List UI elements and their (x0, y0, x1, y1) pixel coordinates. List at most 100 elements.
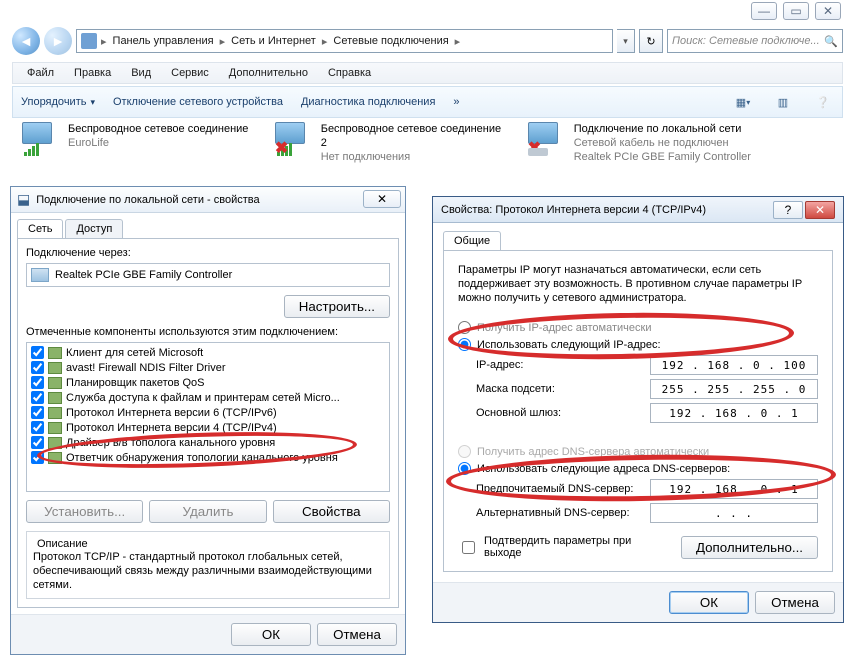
mask-input[interactable]: 255 . 255 . 255 . 0 (650, 379, 818, 399)
component-checkbox[interactable] (31, 346, 44, 359)
radio-manual-ip[interactable]: Использовать следующий IP-адрес: (458, 338, 818, 351)
rename-button[interactable]: » (453, 96, 459, 108)
gateway-input[interactable]: 192 . 168 . 0 . 1 (650, 403, 818, 423)
connection-device: Realtek PCIe GBE Family Controller (574, 150, 751, 164)
component-item[interactable]: Ответчик обнаружения топологии канальног… (29, 450, 387, 465)
network-adapter-icon: ⬓ (17, 191, 30, 208)
ok-button[interactable]: ОК (669, 591, 749, 614)
ipv4-description: Параметры IP могут назначаться автоматич… (458, 263, 818, 305)
connect-using-label: Подключение через: (26, 247, 390, 259)
radio-input[interactable] (458, 462, 471, 475)
dialog-titlebar[interactable]: ⬓ Подключение по локальной сети - свойст… (11, 187, 405, 213)
close-button[interactable]: ✕ (815, 2, 841, 20)
component-checkbox[interactable] (31, 391, 44, 404)
view-options-button[interactable]: ▦▾ (732, 91, 754, 113)
breadcrumb-segment[interactable]: Сетевые подключения (331, 35, 450, 47)
breadcrumb-segment[interactable]: Панель управления (111, 35, 216, 47)
dns2-input[interactable]: . . . (650, 503, 818, 523)
component-label: Планировщик пакетов QoS (66, 377, 205, 389)
component-checkbox[interactable] (31, 451, 44, 464)
component-label: Драйвер в/в тополога канального уровня (66, 437, 275, 449)
connection-status: Сетевой кабель не подключен (574, 136, 751, 150)
component-item[interactable]: Протокол Интернета версии 4 (TCP/IPv4) (29, 420, 387, 435)
cancel-button[interactable]: Отмена (755, 591, 835, 614)
gateway-label: Основной шлюз: (476, 407, 650, 419)
cancel-button[interactable]: Отмена (317, 623, 397, 646)
wifi-disconnected-icon: ✖ (275, 122, 315, 154)
ethernet-disconnected-icon: ✖ (528, 122, 568, 154)
menu-service[interactable]: Сервис (161, 65, 219, 81)
component-checkbox[interactable] (31, 376, 44, 389)
tab-access[interactable]: Доступ (65, 219, 123, 238)
install-button[interactable]: Установить... (26, 500, 143, 523)
forward-button[interactable]: ► (44, 27, 72, 55)
nic-icon (31, 268, 49, 282)
connection-tile-lan[interactable]: ✖ Подключение по локальной сети Сетевой … (528, 122, 833, 164)
network-icon (81, 33, 97, 49)
disable-device-button[interactable]: Отключение сетевого устройства (113, 96, 283, 108)
validate-checkbox[interactable]: Подтвердить параметры при выходе Дополни… (458, 535, 818, 559)
component-checkbox[interactable] (31, 436, 44, 449)
properties-button[interactable]: Свойства (273, 500, 390, 523)
help-button[interactable]: ? (773, 201, 803, 219)
tab-general[interactable]: Общие (443, 231, 501, 250)
component-checkbox[interactable] (31, 361, 44, 374)
menu-file[interactable]: Файл (17, 65, 64, 81)
maximize-button[interactable]: ▭ (783, 2, 809, 20)
component-label: Клиент для сетей Microsoft (66, 347, 203, 359)
component-item[interactable]: avast! Firewall NDIS Filter Driver (29, 360, 387, 375)
dns1-input[interactable]: 192 . 168 . 0 . 1 (650, 479, 818, 499)
refresh-button[interactable]: ↻ (639, 29, 663, 53)
component-item[interactable]: Клиент для сетей Microsoft (29, 345, 387, 360)
close-button[interactable]: ✕ (805, 201, 835, 219)
radio-auto-ip[interactable]: Получить IP-адрес автоматически (458, 321, 818, 334)
back-button[interactable]: ◄ (12, 27, 40, 55)
connection-name: Подключение по локальной сети (574, 122, 751, 136)
connection-name: Беспроводное сетевое соединение (68, 122, 248, 136)
radio-auto-dns[interactable]: Получить адрес DNS-сервера автоматически (458, 445, 818, 458)
radio-input[interactable] (458, 321, 471, 334)
minimize-button[interactable]: — (751, 2, 777, 20)
component-label: Протокол Интернета версии 6 (TCP/IPv6) (66, 407, 277, 419)
address-dropdown-button[interactable]: ▾ (617, 29, 635, 53)
component-icon (48, 377, 62, 389)
diagnose-button[interactable]: Диагностика подключения (301, 96, 435, 108)
menu-edit[interactable]: Правка (64, 65, 121, 81)
component-checkbox[interactable] (31, 421, 44, 434)
checkbox-input[interactable] (462, 541, 475, 554)
radio-input[interactable] (458, 338, 471, 351)
dialog-title: Подключение по локальной сети - свойства (36, 194, 259, 206)
tab-network[interactable]: Сеть (17, 219, 63, 238)
menu-help[interactable]: Справка (318, 65, 381, 81)
component-item[interactable]: Служба доступа к файлам и принтерам сете… (29, 390, 387, 405)
radio-manual-dns[interactable]: Использовать следующие адреса DNS-сервер… (458, 462, 818, 475)
components-list[interactable]: Клиент для сетей Microsoftavast! Firewal… (26, 342, 390, 492)
preview-pane-button[interactable]: ▥ (772, 91, 794, 113)
help-button[interactable]: ❔ (812, 91, 834, 113)
advanced-button[interactable]: Дополнительно... (681, 536, 818, 559)
mask-label: Маска подсети: (476, 383, 650, 395)
menu-extra[interactable]: Дополнительно (219, 65, 318, 81)
ip-input[interactable]: 192 . 168 . 0 . 100 (650, 355, 818, 375)
address-bar[interactable]: ▸ Панель управления ▸ Сеть и Интернет ▸ … (76, 29, 613, 53)
connection-tile-wireless-1[interactable]: Беспроводное сетевое соединение EuroLife (22, 122, 257, 164)
close-button[interactable]: ✕ (363, 190, 401, 208)
ok-button[interactable]: ОК (231, 623, 311, 646)
breadcrumb-segment[interactable]: Сеть и Интернет (229, 35, 318, 47)
connection-tile-wireless-2[interactable]: ✖ Беспроводное сетевое соединение 2 Нет … (275, 122, 510, 164)
dialog-titlebar[interactable]: Свойства: Протокол Интернета версии 4 (T… (433, 197, 843, 223)
component-icon (48, 437, 62, 449)
subnet-mask-field: Маска подсети: 255 . 255 . 255 . 0 (458, 379, 818, 399)
menu-view[interactable]: Вид (121, 65, 161, 81)
alternate-dns-field: Альтернативный DNS-сервер: . . . (458, 503, 818, 523)
component-item[interactable]: Драйвер в/в тополога канального уровня (29, 435, 387, 450)
component-checkbox[interactable] (31, 406, 44, 419)
component-item[interactable]: Протокол Интернета версии 6 (TCP/IPv6) (29, 405, 387, 420)
uninstall-button[interactable]: Удалить (149, 500, 266, 523)
component-item[interactable]: Планировщик пакетов QoS (29, 375, 387, 390)
configure-button[interactable]: Настроить... (284, 295, 390, 318)
dialog-title: Свойства: Протокол Интернета версии 4 (T… (441, 204, 706, 216)
search-input[interactable]: Поиск: Сетевые подключе... 🔍 (667, 29, 843, 53)
organize-button[interactable]: Упорядочить▾ (21, 96, 95, 108)
command-bar: Упорядочить▾ Отключение сетевого устройс… (12, 86, 843, 118)
